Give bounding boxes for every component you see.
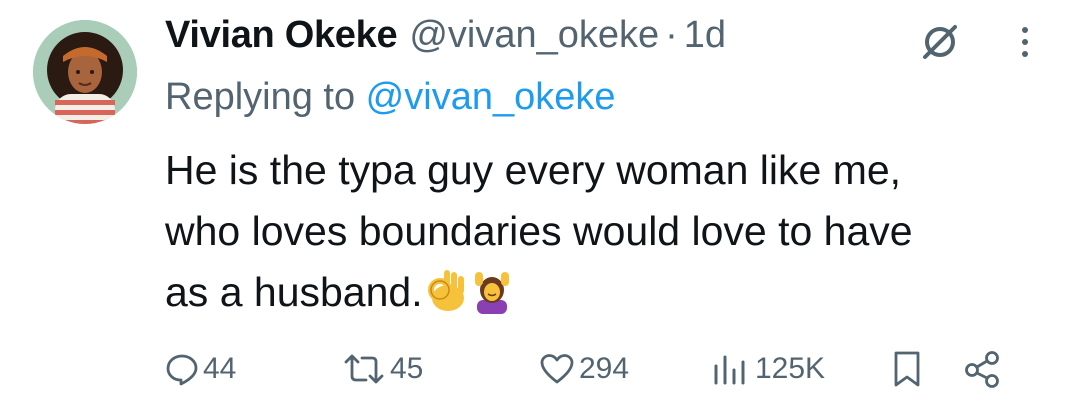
tweet-text: He is the typa guy every woman like me, … [165, 140, 1045, 323]
share-button[interactable] [963, 345, 1003, 393]
reply-button[interactable]: 44 [165, 345, 236, 393]
views-button[interactable]: 125K [711, 345, 825, 393]
woman-getting-massage-emoji [469, 268, 515, 314]
avatar[interactable] [33, 20, 137, 124]
analytics-icon [711, 352, 751, 386]
views-count: 125K [755, 352, 826, 385]
bookmark-button[interactable] [890, 345, 924, 393]
share-icon [963, 350, 1003, 388]
replying-to-label: Replying to [165, 76, 366, 118]
repost-button[interactable]: 45 [342, 345, 423, 393]
ok-hand-emoji [423, 268, 469, 314]
like-button[interactable]: 294 [539, 345, 629, 393]
tweet-text-line: as a husband. [165, 269, 423, 315]
more-options-icon[interactable] [1010, 22, 1040, 62]
reply-icon [165, 352, 199, 386]
heart-icon [539, 352, 575, 386]
tweet-text-line: who loves boundaries would love to have [165, 208, 913, 254]
bookmark-icon [890, 350, 924, 388]
tweet-header: Vivian Okeke @vivan_okeke · 1d [165, 14, 726, 64]
repost-count: 45 [390, 352, 424, 385]
reply-count: 44 [203, 352, 237, 385]
separator-dot: · [665, 14, 678, 56]
reply-mention-link[interactable]: @vivan_okeke [366, 76, 616, 118]
replying-to: Replying to @vivan_okeke [165, 76, 616, 119]
tweet-text-line: He is the typa guy every woman like me, [165, 147, 902, 193]
author-handle[interactable]: @vivan_okeke [409, 14, 659, 57]
grok-icon[interactable] [915, 20, 965, 64]
tweet-text-line-last: as a husband. [165, 262, 1045, 323]
timestamp[interactable]: 1d [684, 14, 726, 57]
repost-icon [342, 352, 386, 386]
tweet-actions: 44 45 294 125K [165, 345, 1035, 393]
author-name[interactable]: Vivian Okeke [165, 14, 398, 57]
like-count: 294 [579, 352, 630, 385]
